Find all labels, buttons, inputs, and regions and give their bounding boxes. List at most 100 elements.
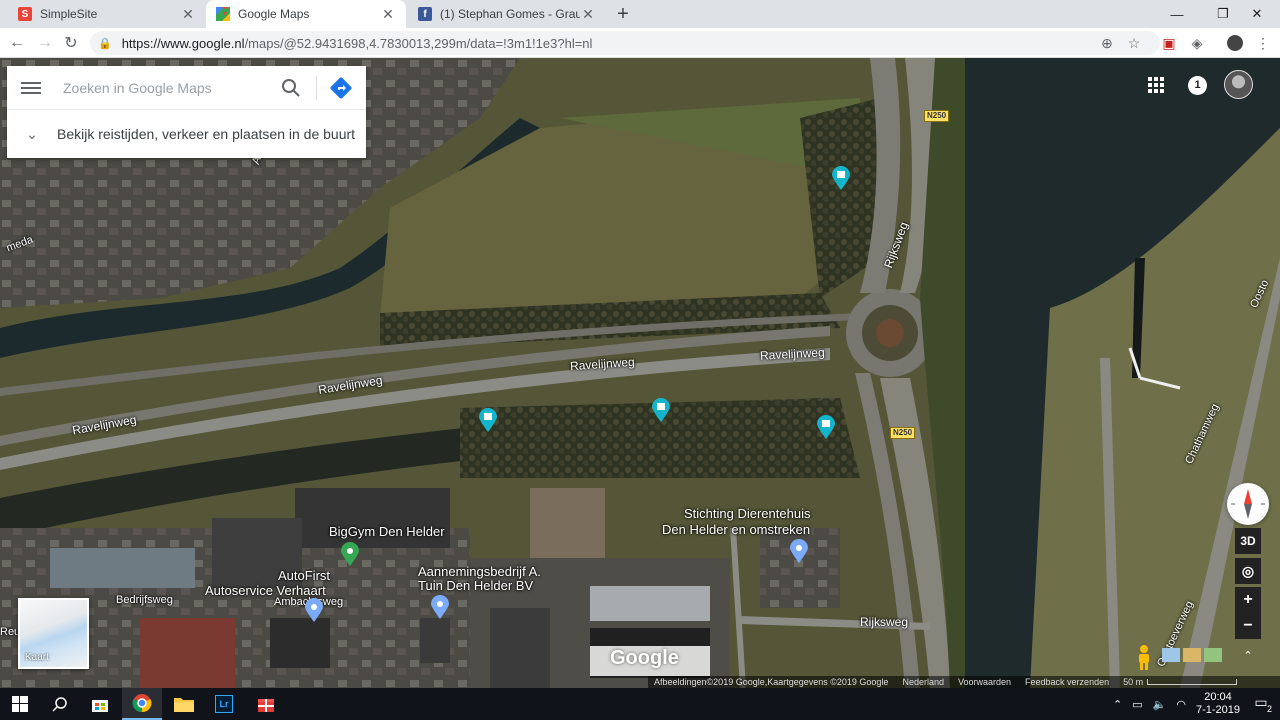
country-link[interactable]: Nederland [902, 677, 944, 687]
place-label-aannemingsbedrijf[interactable]: Aannemingsbedrijf A. [418, 564, 541, 579]
google-logo: Google [610, 647, 679, 669]
imagery-thumbnails[interactable] [1162, 648, 1224, 664]
file-explorer-icon[interactable] [164, 688, 204, 720]
map-pin-icon[interactable] [817, 415, 835, 439]
apps-grid-icon[interactable] [1148, 77, 1164, 93]
imagery-thumb[interactable] [1162, 648, 1180, 662]
scale-bar [1147, 679, 1238, 685]
tab-title: SimpleSite [40, 7, 98, 21]
imagery-thumb[interactable] [1204, 648, 1222, 662]
attribution-bar: Afbeeldingen©2019 Google,Kaartgegevens ©… [648, 676, 1280, 688]
pegman-icon[interactable] [1133, 644, 1155, 670]
store-icon[interactable] [80, 688, 120, 720]
place-label-autofirst[interactable]: AutoFirst [278, 568, 330, 583]
close-icon[interactable]: ✕ [580, 6, 596, 23]
map-pin-icon[interactable] [652, 398, 670, 422]
close-window-button[interactable]: ✕ [1234, 0, 1280, 28]
map-pin-icon[interactable] [832, 166, 850, 190]
reload-button[interactable]: ↻ [60, 32, 82, 54]
action-center-icon[interactable]: ▭ 2 [1250, 694, 1272, 714]
lightroom-icon[interactable]: Lr [204, 688, 244, 720]
layer-label: Kaart [25, 652, 49, 663]
gift-icon[interactable] [246, 688, 286, 720]
map-pin-icon[interactable] [479, 408, 497, 432]
zoom-icon[interactable]: ⊕ [1096, 32, 1118, 54]
directions-icon[interactable] [329, 76, 353, 100]
google-maps-icon [216, 7, 230, 21]
imagery-thumb[interactable] [1183, 648, 1201, 662]
back-button[interactable]: ← [6, 32, 28, 54]
chevron-up-icon[interactable]: ⌃ [1113, 698, 1122, 711]
map-layer-toggle[interactable]: Kaart [18, 598, 89, 669]
address-bar[interactable]: 🔒 https://www.google.nl/maps/@52.9431698… [90, 31, 1160, 55]
n250-shield: N250 [924, 110, 950, 122]
road-label-bedrijfsweg: Bedrijfsweg [116, 594, 173, 606]
place-label-tuin[interactable]: Tuin Den Helder BV [418, 578, 533, 593]
battery-icon[interactable]: ▭ [1132, 698, 1142, 711]
zoom-out-button[interactable]: − [1235, 613, 1261, 639]
url-host: https://www.google.nl [121, 35, 245, 51]
my-location-icon[interactable]: ◎ [1235, 558, 1261, 584]
clock-time: 20:04 [1204, 691, 1232, 703]
chevron-down-icon[interactable]: ⌄ [7, 126, 57, 143]
road-label-rijksweg: Rijksweg [860, 615, 909, 629]
tab-title: Google Maps [238, 7, 310, 21]
3d-toggle-button[interactable]: 3D [1235, 528, 1261, 554]
start-icon[interactable] [0, 688, 40, 720]
chrome-icon[interactable] [122, 688, 162, 720]
simplesite-icon: S [18, 7, 32, 21]
new-tab-button[interactable]: + [612, 3, 634, 25]
search-input[interactable] [63, 78, 273, 98]
notification-badge[interactable]: 1 [1188, 76, 1207, 95]
chrome-menu-icon[interactable]: ⋮ [1252, 32, 1274, 54]
pdf-extension-icon[interactable]: ▣ [1158, 32, 1180, 54]
tab-facebook[interactable]: f (1) Stephan Gomes - Grauw weer ✕ [408, 0, 606, 28]
browser-toolbar: ← → ↻ 🔒 https://www.google.nl/maps/@52.9… [0, 28, 1280, 58]
url-path: /maps/@52.9431698,4.7830013,299m/data=!3… [244, 35, 593, 51]
scale-label[interactable]: 50 m [1123, 677, 1143, 687]
map-pin-icon[interactable] [431, 595, 449, 619]
lock-icon: 🔒 [98, 37, 112, 50]
n250-shield: N250 [890, 427, 916, 439]
wifi-icon[interactable]: ◠ [1176, 698, 1186, 711]
place-label-autoservice[interactable]: Autoservice Verhaart [205, 583, 326, 598]
imagery-credit: Afbeeldingen©2019 Google,Kaartgegevens ©… [654, 677, 889, 687]
expand-chevron-icon[interactable]: ⌃ [1238, 646, 1258, 666]
bookmark-star-icon[interactable]: ☆ [1123, 32, 1145, 54]
explore-nearby-row[interactable]: ⌄ Bekijk reistijden, verkeer en plaatsen… [7, 110, 366, 158]
tab-google-maps[interactable]: Google Maps ✕ [206, 0, 406, 28]
facebook-icon: f [418, 7, 432, 21]
close-icon[interactable]: ✕ [180, 6, 196, 23]
forward-button[interactable]: → [34, 32, 56, 54]
extension-icon[interactable]: ◈ [1186, 32, 1208, 54]
map-pin-icon[interactable] [305, 598, 323, 622]
hamburger-menu-icon[interactable] [21, 79, 41, 97]
account-avatar[interactable] [1224, 70, 1253, 99]
notifications-count: 2 [1266, 704, 1272, 714]
system-tray: ⌃ ▭ 🔈 ◠ 20:04 7-1-2019 [1113, 688, 1240, 720]
place-label-stichting[interactable]: Stichting Dierentehuis [684, 506, 810, 521]
profile-avatar[interactable] [1224, 32, 1246, 54]
place-label-den-helder[interactable]: Den Helder en omstreken [662, 522, 810, 537]
tab-simplesite[interactable]: S SimpleSite ✕ [8, 0, 206, 28]
zoom-in-button[interactable]: + [1235, 587, 1261, 613]
gym-pin-icon[interactable] [341, 542, 359, 566]
browser-tab-strip: S SimpleSite ✕ Google Maps ✕ f (1) Steph… [0, 0, 1280, 28]
tab-title: (1) Stephan Gomes - Grauw weer [440, 7, 580, 21]
volume-icon[interactable]: 🔈 [1153, 698, 1167, 711]
search-icon[interactable] [279, 76, 303, 100]
terms-link[interactable]: Voorwaarden [958, 677, 1011, 687]
clock[interactable]: 20:04 7-1-2019 [1196, 691, 1240, 717]
clock-date: 7-1-2019 [1195, 704, 1240, 716]
place-label-biggym[interactable]: BigGym Den Helder [329, 524, 445, 539]
search-card: ⌄ Bekijk reistijden, verkeer en plaatsen… [7, 66, 366, 158]
minimize-button[interactable]: — [1154, 0, 1200, 28]
close-icon[interactable]: ✕ [380, 6, 396, 23]
feedback-link[interactable]: Feedback verzenden [1025, 677, 1109, 687]
search-row [7, 66, 366, 110]
map-pin-icon[interactable] [790, 539, 808, 563]
compass-icon[interactable] [1227, 483, 1269, 525]
satellite-map[interactable]: Ravelijnweg Ravelijnweg Ravelijnweg Rave… [0, 58, 1280, 688]
divider [316, 76, 317, 100]
search-icon[interactable] [40, 688, 80, 720]
